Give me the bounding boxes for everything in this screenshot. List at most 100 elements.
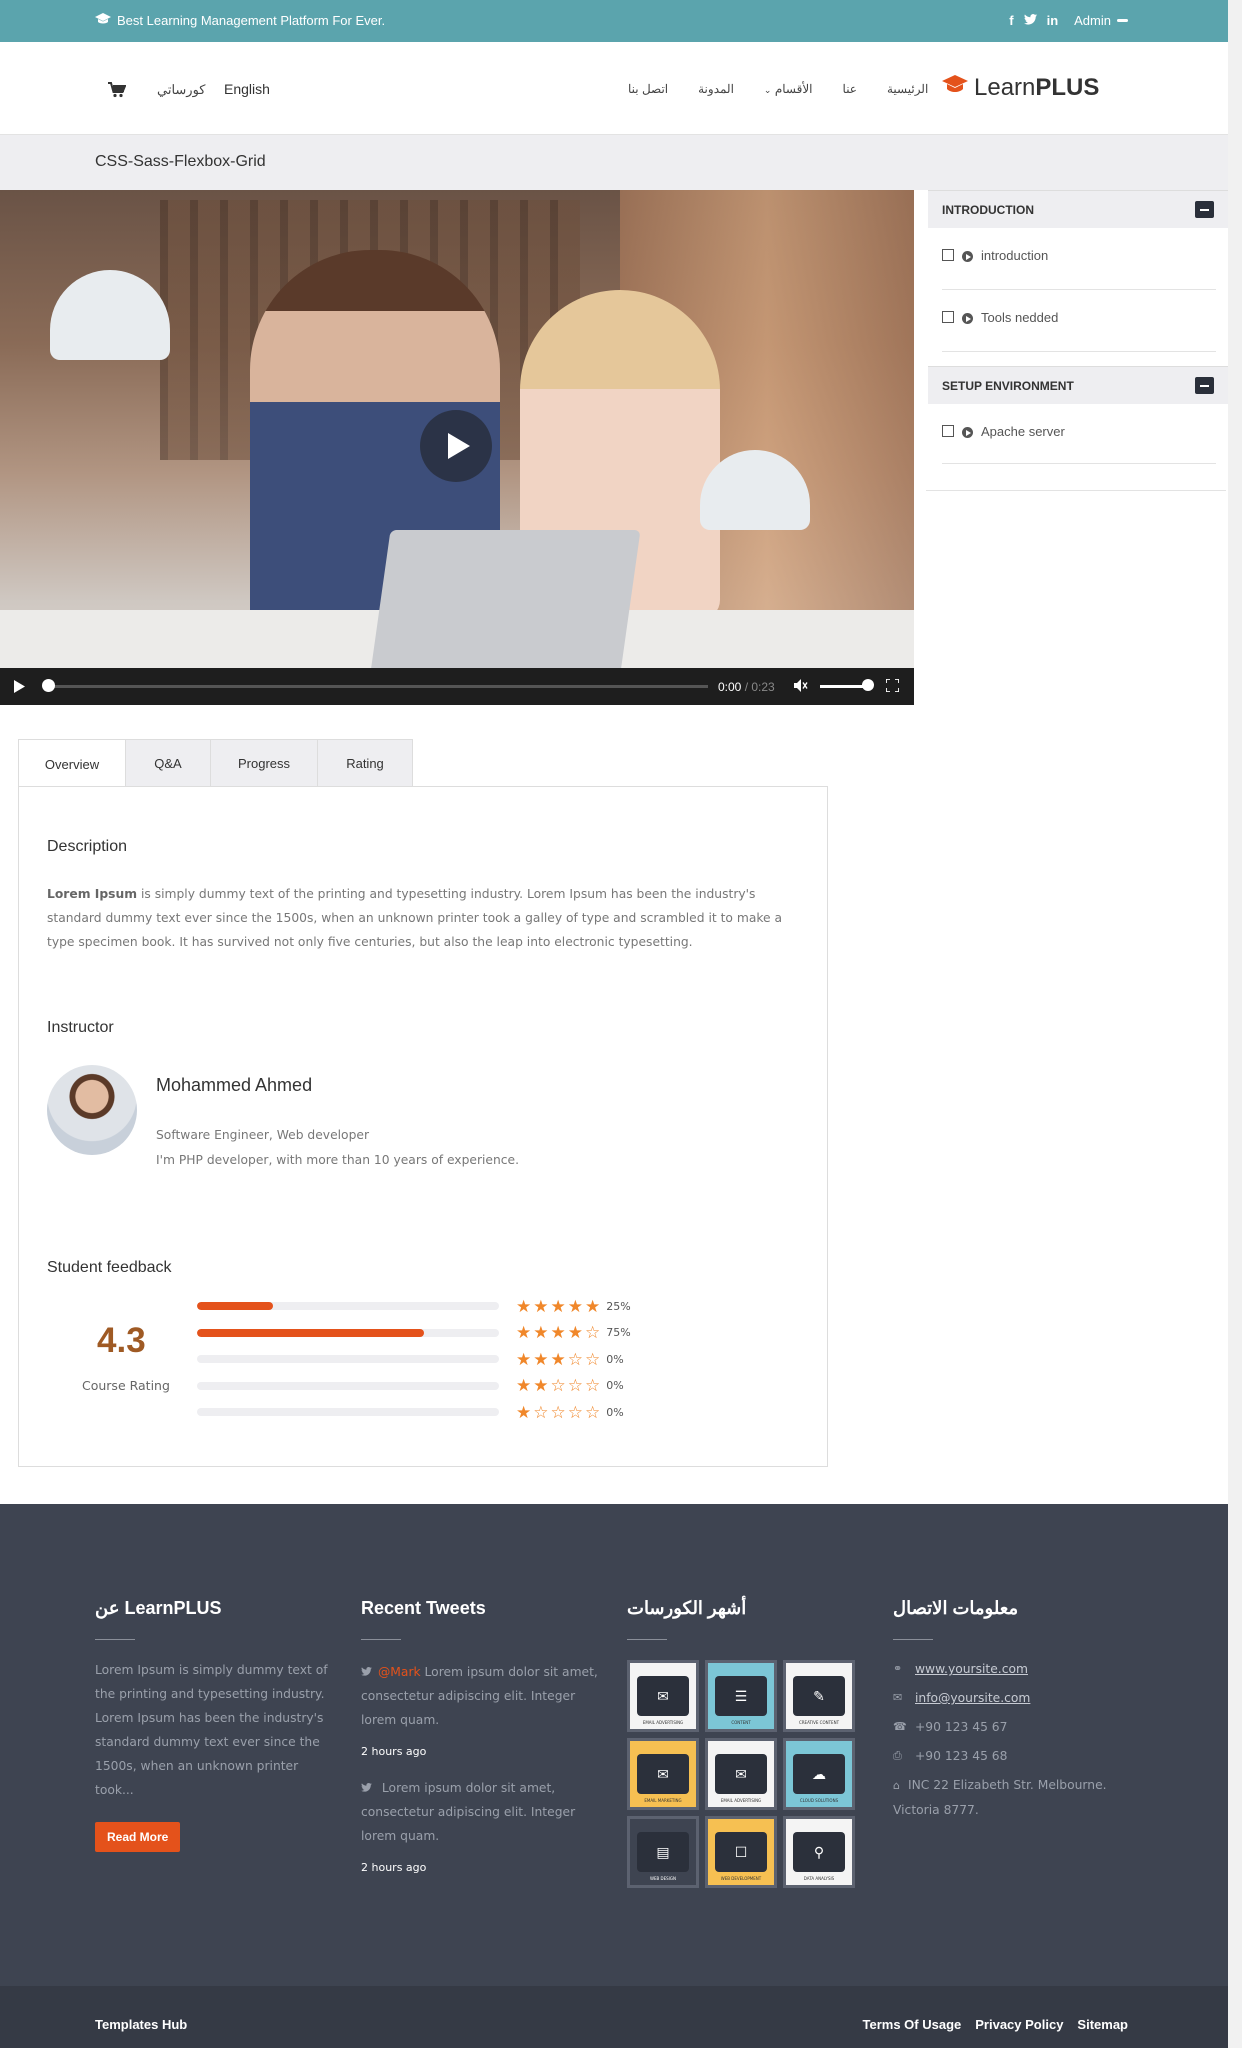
section-title: SETUP ENVIRONMENT	[942, 378, 1074, 393]
seek-bar[interactable]	[48, 685, 708, 688]
privacy-link[interactable]: Privacy Policy	[975, 2017, 1063, 2032]
rating-bar	[197, 1355, 499, 1364]
lesson-item[interactable]: Tools nedded	[942, 290, 1216, 352]
current-time: 0:00	[718, 680, 742, 694]
graduation-cap-icon	[942, 74, 968, 102]
rating-row: ★ ★ ★ ☆ ☆ 0%	[197, 1346, 631, 1373]
nav-home[interactable]: الرئيسية	[887, 82, 928, 96]
star-empty-icon: ☆	[533, 1402, 549, 1422]
video-player[interactable]: 0:00 / 0:23	[0, 190, 914, 705]
nav-categories[interactable]: الأقسام ⌄	[764, 82, 813, 96]
star-filled-icon: ★	[516, 1349, 532, 1369]
course-thumbnail[interactable]: ✉ EMAIL MARKETING	[627, 1738, 699, 1810]
email-link[interactable]: info@yoursite.com	[915, 1691, 1030, 1705]
lesson-item[interactable]: Apache server	[942, 404, 1216, 464]
twitter-icon	[361, 1776, 372, 1800]
course-thumbnail[interactable]: ▤ WEB DESIGN	[627, 1816, 699, 1888]
chevron-down-icon: ⌄	[763, 85, 772, 95]
tweet-time: 2 hours ago	[361, 1745, 427, 1758]
lesson-checkbox[interactable]	[942, 311, 954, 323]
play-circle-icon	[962, 251, 973, 262]
rating-row: ★ ☆ ☆ ☆ ☆ 0%	[197, 1399, 631, 1426]
nav-about[interactable]: عنا	[843, 82, 857, 96]
overview-panel: Description Lorem Ipsum is simply dummy …	[18, 786, 828, 1467]
admin-label: Admin	[1074, 13, 1111, 28]
instructor-bio: I'm PHP developer, with more than 10 yea…	[156, 1153, 520, 1167]
avatar	[47, 1065, 137, 1155]
twitter-icon	[361, 1660, 372, 1684]
rating-row: ★ ★ ☆ ☆ ☆ 0%	[197, 1373, 631, 1400]
course-thumbnail[interactable]: ☁ CLOUD SOLUTIONS	[783, 1738, 855, 1810]
play-icon[interactable]	[14, 680, 25, 696]
course-illustration-icon: ✉	[637, 1676, 689, 1716]
rating-bar	[197, 1381, 499, 1390]
divider	[95, 1639, 135, 1640]
scrollbar[interactable]	[1228, 0, 1242, 2048]
big-play-button[interactable]	[420, 410, 492, 482]
tab-progress[interactable]: Progress	[210, 739, 318, 787]
volume-icon[interactable]	[794, 679, 808, 695]
twitter-icon[interactable]	[1023, 13, 1037, 28]
contact-fax: ⎙ +90 123 45 68	[893, 1749, 1133, 1763]
course-thumbnail[interactable]: ⚲ DATA ANALYSIS	[783, 1816, 855, 1888]
terms-link[interactable]: Terms Of Usage	[863, 2017, 962, 2032]
language-switch[interactable]: English	[224, 81, 270, 97]
description-text: Lorem Ipsum is simply dummy text of the …	[47, 882, 807, 954]
sitemap-link[interactable]: Sitemap	[1077, 2017, 1128, 2032]
footer-tweets: Recent Tweets @Mark Lorem ipsum dolor si…	[361, 1598, 606, 1892]
minus-icon	[1117, 19, 1128, 22]
star-filled-icon: ★	[550, 1349, 566, 1369]
bottom-brand[interactable]: Templates Hub	[95, 2017, 187, 2032]
star-filled-icon: ★	[516, 1402, 532, 1422]
volume-handle[interactable]	[862, 679, 874, 691]
play-circle-icon	[962, 313, 973, 324]
read-more-button[interactable]: Read More	[95, 1822, 181, 1852]
bottom-bar: Templates Hub Terms Of Usage Privacy Pol…	[0, 1986, 1228, 2048]
collapse-icon[interactable]	[1195, 201, 1214, 218]
tab-overview[interactable]: Overview	[18, 739, 126, 788]
footer-contact-title: معلومات الاتصال	[893, 1598, 1019, 1618]
nav-contact[interactable]: اتصل بنا	[628, 82, 668, 96]
course-thumbnail[interactable]: ✉ EMAIL ADVERTISING	[705, 1738, 777, 1810]
facebook-icon[interactable]: f	[1009, 13, 1013, 28]
website-link[interactable]: www.yoursite.com	[915, 1662, 1028, 1676]
course-thumbnail[interactable]: ✎ CREATIVE CONTENT	[783, 1660, 855, 1732]
course-thumbnail[interactable]: ☐ WEB DEVELOPMENT	[705, 1816, 777, 1888]
tweet-body: Lorem ipsum dolor sit amet, consectetur …	[361, 1781, 576, 1843]
lesson-title: Tools nedded	[981, 310, 1059, 325]
tweet-handle[interactable]: @Mark	[378, 1665, 421, 1679]
lesson-checkbox[interactable]	[942, 249, 954, 261]
tab-rating[interactable]: Rating	[317, 739, 413, 787]
divider	[893, 1639, 933, 1640]
top-bar: Best Learning Management Platform For Ev…	[0, 0, 1228, 42]
course-thumbnail-caption: CREATIVE CONTENT	[798, 1720, 840, 1725]
nav-blog[interactable]: المدونة	[698, 82, 734, 96]
course-thumbnail-caption: WEB DESIGN	[650, 1876, 676, 1881]
rating-bar-fill	[197, 1302, 273, 1311]
lesson-item[interactable]: introduction	[942, 228, 1216, 290]
cart-icon[interactable]	[108, 82, 127, 103]
nav-categories-label: الأقسام	[774, 82, 813, 96]
course-illustration-icon: ☁	[793, 1754, 845, 1794]
section-header[interactable]: SETUP ENVIRONMENT	[928, 366, 1228, 404]
bottom-links: Terms Of Usage Privacy Policy Sitemap	[863, 2017, 1129, 2032]
linkedin-icon[interactable]: in	[1047, 13, 1059, 28]
instructor-heading: Instructor	[47, 1019, 114, 1036]
lesson-checkbox[interactable]	[942, 425, 954, 437]
course-thumbnail[interactable]: ☰ CONTENT	[705, 1660, 777, 1732]
tweet-time: 2 hours ago	[361, 1861, 427, 1874]
admin-menu[interactable]: Admin	[1074, 13, 1128, 28]
my-courses-link[interactable]: كورساتي	[157, 82, 206, 98]
fullscreen-icon[interactable]	[885, 678, 900, 695]
site-logo[interactable]: LearnPLUS	[942, 74, 1099, 102]
course-thumbnail[interactable]: ✉ EMAIL ADVERTISING	[627, 1660, 699, 1732]
course-thumbnail-caption: EMAIL ADVERTISING	[642, 1720, 684, 1725]
duration: / 0:23	[744, 680, 775, 694]
tab-qa[interactable]: Q&A	[125, 739, 211, 787]
star-rating: ★ ★ ★ ☆ ☆	[516, 1351, 600, 1368]
seek-handle[interactable]	[42, 679, 55, 692]
course-title: CSS-Sass-Flexbox-Grid	[95, 153, 266, 170]
course-illustration-icon: ☐	[715, 1832, 767, 1872]
collapse-icon[interactable]	[1195, 377, 1214, 394]
section-header[interactable]: INTRODUCTION	[928, 190, 1228, 228]
